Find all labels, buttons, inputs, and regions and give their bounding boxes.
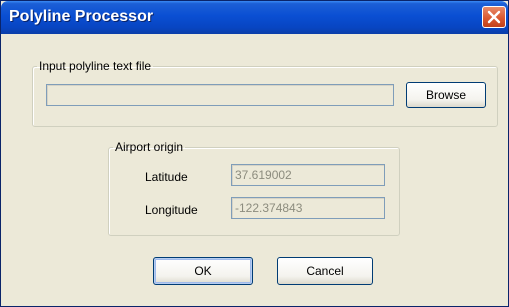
ok-button[interactable]: OK: [153, 257, 253, 285]
airport-origin-group-label: Airport origin: [115, 140, 184, 154]
file-path-field[interactable]: [46, 84, 394, 106]
latitude-label: Latitude: [145, 170, 188, 184]
window-title: Polyline Processor: [9, 8, 154, 25]
title-bar[interactable]: Polyline Processor: [1, 1, 508, 34]
close-icon: [487, 10, 501, 24]
airport-origin-group: Airport origin: [108, 140, 400, 236]
latitude-value: 37.619002: [235, 168, 292, 182]
longitude-value: -122.374843: [235, 201, 303, 215]
longitude-field[interactable]: -122.374843: [231, 197, 385, 219]
cancel-button[interactable]: Cancel: [277, 257, 373, 285]
longitude-label: Longitude: [145, 203, 198, 217]
input-file-group-label: Input polyline text file: [39, 59, 152, 73]
latitude-field[interactable]: 37.619002: [231, 164, 385, 186]
close-button[interactable]: [482, 6, 506, 28]
browse-button[interactable]: Browse: [406, 82, 486, 108]
